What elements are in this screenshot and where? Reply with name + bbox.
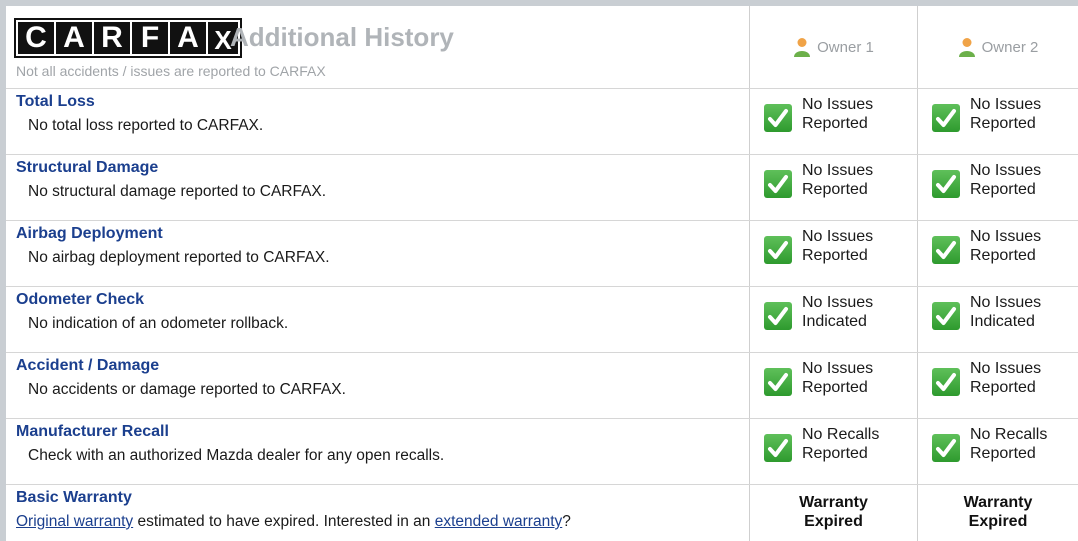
status-line: Reported: [802, 181, 868, 198]
extended-warranty-link[interactable]: extended warranty: [435, 513, 563, 530]
owner-1-status: No Recalls Reported: [764, 425, 879, 463]
owner-2-status: No Issues Reported: [932, 161, 1041, 199]
status-line: Reported: [970, 445, 1036, 462]
row-title: Odometer Check: [16, 291, 145, 308]
owner-2-status: No Issues Reported: [932, 227, 1041, 265]
checkmark-icon: [932, 170, 960, 198]
checkmark-icon: [932, 104, 960, 132]
status-line: No Issues: [970, 294, 1042, 311]
owner-2-status: No Issues Indicated: [932, 293, 1041, 331]
history-row-basic-warranty: Basic Warranty Original warranty estimat…: [6, 485, 1078, 541]
owner-1-label: Owner 1: [817, 38, 874, 56]
row-title: Total Loss: [16, 93, 95, 110]
status-line: No Issues: [970, 162, 1042, 179]
status-line: No Issues: [970, 96, 1042, 113]
additional-history-report: C A R F A X Additional History Not all a…: [0, 0, 1078, 541]
status-line: No Issues: [802, 360, 874, 377]
owner-1-header: Owner 1: [750, 6, 918, 88]
checkmark-icon: [932, 368, 960, 396]
owner-1-status: No Issues Reported: [764, 95, 873, 133]
row-title: Manufacturer Recall: [16, 423, 169, 440]
status-line: No Recalls: [802, 426, 880, 443]
owner-2-header: Owner 2: [918, 6, 1078, 88]
status-line: Reported: [970, 181, 1036, 198]
report-header: C A R F A X Additional History Not all a…: [6, 6, 1078, 88]
checkmark-icon: [764, 302, 792, 330]
person-icon: [794, 38, 811, 57]
owner-1-warranty-status: Warranty Expired: [750, 493, 917, 531]
status-line: Indicated: [802, 313, 867, 330]
warranty-text-end: ?: [562, 513, 571, 530]
status-line: Indicated: [970, 313, 1035, 330]
status-line: Warranty: [799, 494, 868, 511]
status-line: Reported: [970, 379, 1036, 396]
owner-1-status: No Issues Indicated: [764, 293, 873, 331]
row-description: No total loss reported to CARFAX.: [28, 117, 264, 134]
checkmark-icon: [764, 236, 792, 264]
owner-1-status: No Issues Reported: [764, 359, 873, 397]
checkmark-icon: [932, 434, 960, 462]
header-title-cell: C A R F A X Additional History Not all a…: [6, 6, 750, 88]
logo-letter: A: [170, 22, 206, 54]
status-line: Reported: [802, 379, 868, 396]
history-row-airbag-deployment: Airbag Deployment No airbag deployment r…: [6, 221, 1078, 286]
carfax-logo: C A R F A X: [14, 18, 242, 58]
logo-letter: C: [18, 22, 54, 54]
person-icon: [958, 38, 975, 57]
status-line: Reported: [802, 247, 868, 264]
owner-2-label: Owner 2: [981, 38, 1039, 56]
status-line: No Issues: [970, 228, 1042, 245]
checkmark-icon: [764, 104, 792, 132]
status-line: No Issues: [970, 360, 1042, 377]
history-row-total-loss: Total Loss No total loss reported to CAR…: [6, 89, 1078, 154]
status-line: Reported: [802, 115, 868, 132]
status-line: No Recalls: [970, 426, 1048, 443]
history-row-odometer-check: Odometer Check No indication of an odome…: [6, 287, 1078, 352]
status-line: Warranty: [963, 494, 1033, 511]
history-row-manufacturer-recall: Manufacturer Recall Check with an author…: [6, 419, 1078, 484]
status-line: No Issues: [802, 162, 874, 179]
owner-1-status: No Issues Reported: [764, 161, 873, 199]
logo-letter: F: [132, 22, 168, 54]
row-description: No indication of an odometer rollback.: [28, 315, 289, 332]
checkmark-icon: [932, 236, 960, 264]
owner-2-status: No Issues Reported: [932, 359, 1041, 397]
owner-1-status: No Issues Reported: [764, 227, 873, 265]
row-title: Basic Warranty: [16, 489, 132, 506]
status-line: Expired: [804, 513, 863, 530]
status-line: No Issues: [802, 96, 874, 113]
logo-letter: A: [56, 22, 92, 54]
history-row-accident-damage: Accident / Damage No accidents or damage…: [6, 353, 1078, 418]
logo-letter: R: [94, 22, 130, 54]
section-subtitle: Not all accidents / issues are reported …: [16, 63, 326, 79]
status-line: Reported: [802, 445, 868, 462]
original-warranty-link[interactable]: Original warranty: [16, 513, 133, 530]
status-line: Reported: [970, 247, 1036, 264]
owner-2-status: No Recalls Reported: [932, 425, 1047, 463]
row-title: Structural Damage: [16, 159, 159, 176]
status-line: Expired: [968, 513, 1028, 530]
warranty-text: estimated to have expired. Interested in…: [133, 513, 435, 530]
row-description: Original warranty estimated to have expi…: [16, 513, 571, 531]
row-title: Accident / Damage: [16, 357, 160, 374]
checkmark-icon: [764, 170, 792, 198]
row-description: Check with an authorized Mazda dealer fo…: [28, 447, 445, 464]
owner-2-warranty-status: Warranty Expired: [918, 493, 1078, 531]
section-title: Additional History: [230, 22, 454, 52]
status-line: No Issues: [802, 228, 874, 245]
checkmark-icon: [764, 368, 792, 396]
row-description: No accidents or damage reported to CARFA…: [28, 381, 346, 398]
status-line: No Issues: [802, 294, 874, 311]
row-description: No airbag deployment reported to CARFAX.: [28, 249, 330, 266]
row-description: No structural damage reported to CARFAX.: [28, 183, 327, 200]
history-row-structural-damage: Structural Damage No structural damage r…: [6, 155, 1078, 220]
checkmark-icon: [764, 434, 792, 462]
row-title: Airbag Deployment: [16, 225, 163, 242]
checkmark-icon: [932, 302, 960, 330]
status-line: Reported: [970, 115, 1036, 132]
owner-2-status: No Issues Reported: [932, 95, 1041, 133]
